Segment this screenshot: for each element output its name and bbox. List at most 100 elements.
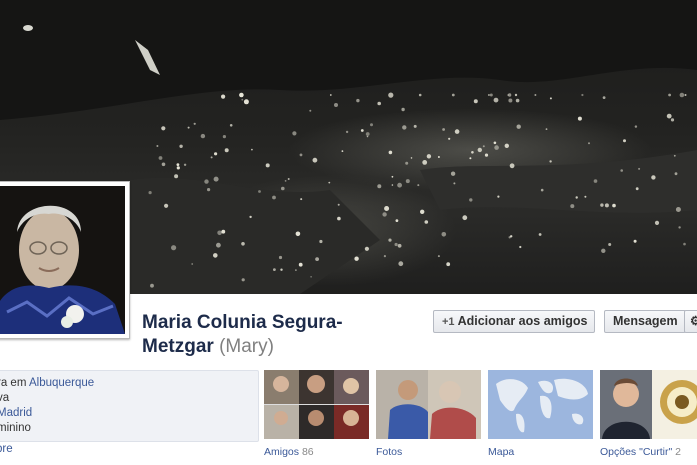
town-light [337,216,341,221]
town-light [360,129,364,132]
town-light [395,219,399,223]
town-light [251,148,253,151]
town-light [312,157,318,163]
town-light [608,243,612,246]
town-light [366,135,369,138]
town-light [334,103,338,107]
town-light [507,94,509,96]
hometown-link[interactable]: Madrid [0,407,32,419]
town-light [405,161,409,165]
likes-count: 2 [675,446,681,458]
town-light [216,242,221,248]
town-light [634,125,638,128]
town-light [364,246,369,251]
town-light [377,184,382,189]
town-light [150,283,154,288]
town-light [204,179,209,184]
add-friend-label: Adicionar aos amigos [457,314,588,328]
town-light [462,215,468,221]
town-light [391,184,394,186]
friends-label[interactable]: Amigos 86 [264,446,314,458]
town-light [418,93,422,97]
town-light [193,122,196,125]
town-light [437,156,440,158]
add-friend-icon: +1 [442,316,455,328]
town-light [222,135,226,139]
town-light [207,188,211,192]
town-light [158,156,163,160]
town-light [401,107,405,112]
town-light [489,93,493,97]
town-light [673,154,676,157]
town-light [484,153,489,157]
town-light [239,92,244,98]
town-light [497,195,500,198]
town-light [575,196,578,199]
town-light [473,99,478,104]
town-light [504,143,509,148]
town-light [516,124,521,129]
town-light [241,98,244,101]
likes-label[interactable]: Opções "Curtir" 2 [600,446,681,458]
town-light [638,167,641,170]
town-light [210,156,213,159]
town-light [482,145,485,148]
map-tile[interactable] [488,370,593,439]
profile-info-box: ra em Albuquerque va Madrid minino [0,370,259,442]
likes-tile[interactable] [600,370,697,439]
town-light [477,147,482,153]
town-light [388,238,392,242]
town-light [241,242,245,246]
info-hometown: Madrid [0,406,32,420]
town-light [319,239,323,244]
town-light [310,276,312,278]
town-light [538,233,542,236]
town-light [365,132,370,136]
town-light [174,174,179,179]
town-light [309,109,312,112]
town-light [424,220,429,224]
world-map-icon [488,370,593,439]
town-light [684,94,687,96]
town-light [402,125,407,130]
town-light [623,139,626,143]
elderly-woman-portrait-icon [0,186,125,334]
town-light [405,179,410,184]
photos-thumbnail-icon [376,370,481,439]
more-options-button[interactable]: ⚙ [684,310,697,333]
map-label[interactable]: Mapa [488,446,514,458]
town-light [299,153,303,157]
town-light [577,116,582,121]
photos-label[interactable]: Fotos [376,446,402,458]
lives-in-link[interactable]: Albuquerque [29,377,94,389]
town-light [493,141,497,145]
town-light [258,190,261,193]
profile-name: Maria Colunia Segura-Metzgar (Mary) [142,311,382,359]
town-light [602,96,606,99]
friends-tile[interactable] [264,370,369,439]
town-light [519,245,522,249]
add-friend-button[interactable]: +1 Adicionar aos amigos [433,310,595,333]
town-light [354,256,359,261]
town-light [654,220,660,225]
town-light [273,268,276,271]
about-link[interactable]: bre [0,443,13,455]
profile-picture[interactable] [0,181,130,339]
town-light [329,94,332,96]
town-light [612,203,616,208]
town-light [633,239,637,243]
info-relationship: va [0,392,10,404]
town-light [179,144,183,148]
photos-tile[interactable] [376,370,481,439]
town-light [176,166,180,170]
town-light [683,242,686,246]
town-light [241,278,245,282]
town-light [295,269,297,271]
town-light [224,148,229,153]
town-light [508,236,511,239]
message-button[interactable]: Mensagem [604,310,686,333]
town-light [384,206,390,211]
town-light [588,142,590,145]
town-light [514,93,518,97]
town-light [191,263,194,265]
